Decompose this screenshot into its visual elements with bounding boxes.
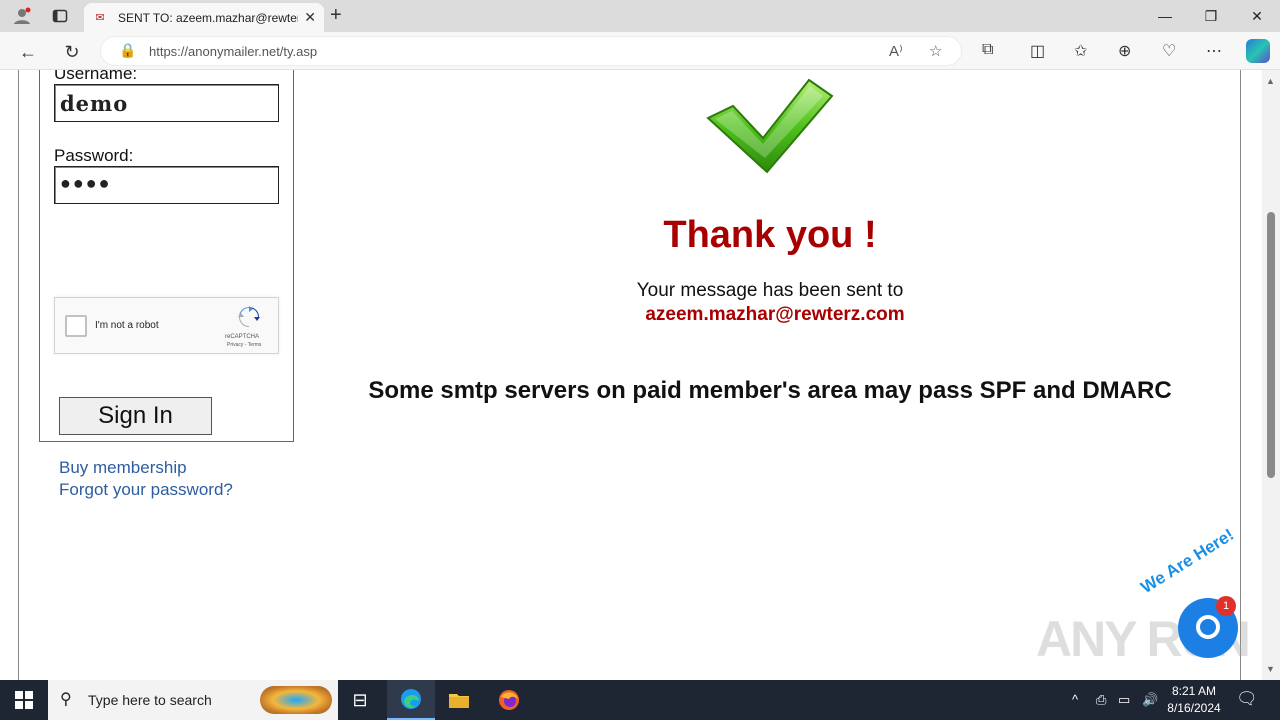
- more-menu-icon[interactable]: ⋯: [1206, 41, 1222, 61]
- copilot-icon[interactable]: [1246, 39, 1270, 63]
- recaptcha-brand: reCAPTCHA: [225, 334, 260, 340]
- tab-active[interactable]: ✉ SENT TO: azeem.mazhar@rewterz ✕: [84, 3, 324, 32]
- read-aloud-icon[interactable]: A⁾: [889, 42, 903, 60]
- search-icon: ⚲: [60, 691, 72, 708]
- clock-date: 8/16/2024: [1167, 701, 1221, 715]
- search-highlight-image: [260, 686, 332, 714]
- title-bar: ✉ SENT TO: azeem.mazhar@rewterz ✕ + — ❐ …: [0, 0, 1280, 32]
- chat-icon: [1196, 615, 1220, 639]
- checkmark-icon: [706, 78, 834, 174]
- close-tab-icon[interactable]: ✕: [304, 9, 316, 26]
- chat-notification-badge: 1: [1216, 596, 1236, 616]
- tab-title: SENT TO: azeem.mazhar@rewterz: [118, 10, 298, 25]
- refresh-icon[interactable]: ↻: [58, 38, 86, 66]
- back-icon[interactable]: ←: [14, 38, 42, 66]
- restore-icon[interactable]: ❐: [1188, 4, 1234, 28]
- username-field[interactable]: demo: [54, 84, 279, 122]
- forgot-password-link[interactable]: Forgot your password?: [59, 480, 233, 500]
- notifications-icon[interactable]: 🗨: [1236, 689, 1258, 709]
- browser-essentials-icon[interactable]: ♡: [1162, 41, 1176, 61]
- task-view-icon[interactable]: ⊟: [336, 680, 384, 720]
- site-favicon-icon: ✉: [95, 12, 105, 24]
- tab-actions-icon[interactable]: [48, 4, 72, 28]
- taskbar: ⚲ Type here to search ⊟ ^ ⎙ ▭ 🔊 8:21 AM …: [0, 680, 1280, 720]
- favorites-icon[interactable]: ✩: [1074, 41, 1087, 61]
- search-placeholder: Type here to search: [88, 692, 212, 708]
- password-value: ●●●●: [60, 173, 112, 193]
- firefox-icon[interactable]: [485, 680, 533, 720]
- scroll-up-icon[interactable]: ▲: [1266, 76, 1275, 86]
- clock-time: 8:21 AM: [1171, 684, 1217, 698]
- lock-icon[interactable]: 🔒: [119, 42, 136, 59]
- password-label: Password:: [54, 146, 134, 165]
- recaptcha-checkbox[interactable]: [65, 315, 87, 337]
- vertical-scrollbar[interactable]: ▲ ▼: [1262, 70, 1280, 680]
- username-label: Username:: [54, 70, 138, 83]
- windows-logo-icon: [15, 691, 33, 709]
- url-text[interactable]: https://anonymailer.net/ty.asp: [149, 44, 317, 59]
- start-button[interactable]: [0, 680, 48, 720]
- sign-in-button[interactable]: Sign In: [59, 397, 212, 435]
- new-tab-icon[interactable]: +: [330, 4, 342, 27]
- recipient-email: azeem.mazhar@rewterz.com: [645, 304, 905, 325]
- split-screen-icon[interactable]: ◫: [1030, 41, 1045, 61]
- buy-membership-link[interactable]: Buy membership: [59, 458, 187, 478]
- favorite-star-icon[interactable]: ☆: [929, 42, 942, 60]
- login-panel: Username: demo Password: ●●●● I'm not a …: [39, 70, 294, 499]
- sent-message: Your message has been sent to: [636, 280, 904, 301]
- password-field[interactable]: ●●●●: [54, 166, 279, 204]
- page-border: [18, 70, 19, 680]
- monitor-icon[interactable]: ▭: [1118, 692, 1130, 708]
- taskbar-search[interactable]: ⚲ Type here to search: [48, 680, 338, 720]
- extensions-icon[interactable]: ⧉: [982, 41, 993, 59]
- thank-you-heading: Thank you !: [663, 214, 877, 256]
- recaptcha-logo-icon: [238, 306, 260, 327]
- scrollbar-thumb[interactable]: [1267, 212, 1275, 478]
- recaptcha-terms[interactable]: Privacy - Terms: [227, 342, 261, 348]
- smtp-note: Some smtp servers on paid member's area …: [368, 377, 1172, 404]
- recaptcha-label: I'm not a robot: [95, 320, 159, 331]
- minimize-icon[interactable]: —: [1142, 4, 1188, 28]
- system-clock[interactable]: 8:21 AM 8/16/2024: [1162, 683, 1226, 717]
- username-value: demo: [60, 91, 129, 116]
- page-border: [1240, 70, 1241, 680]
- scroll-down-icon[interactable]: ▼: [1266, 664, 1275, 674]
- recaptcha-widget: I'm not a robot reCAPTCHA Privacy - Term…: [54, 297, 279, 354]
- page-content: Username: demo Password: ●●●● I'm not a …: [0, 70, 1262, 680]
- edge-taskbar-icon[interactable]: [387, 680, 435, 720]
- network-status-icon[interactable]: ⎙: [1096, 692, 1106, 708]
- show-hidden-icons[interactable]: ^: [1072, 692, 1078, 707]
- close-window-icon[interactable]: ✕: [1234, 4, 1280, 28]
- chat-tagline: We Are Here!: [1137, 524, 1238, 598]
- address-bar[interactable]: 🔒 https://anonymailer.net/ty.asp A⁾ ☆: [100, 36, 962, 66]
- file-explorer-icon[interactable]: [435, 680, 483, 720]
- navigation-bar: ← ↻ 🔒 https://anonymailer.net/ty.asp A⁾ …: [0, 32, 1280, 70]
- collections-icon[interactable]: ⊕: [1118, 41, 1131, 61]
- profile-icon[interactable]: [10, 4, 34, 28]
- volume-icon[interactable]: 🔊: [1142, 692, 1158, 708]
